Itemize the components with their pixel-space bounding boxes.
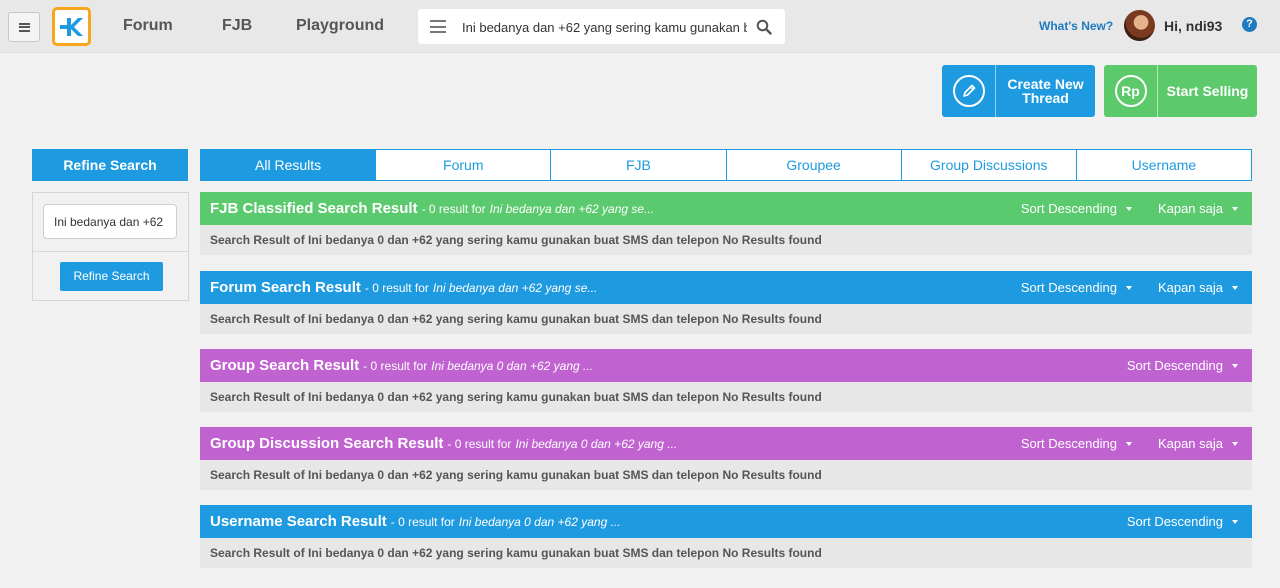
caret-down-icon: [1232, 363, 1238, 368]
create-thread-label-line1: Create New: [1007, 76, 1084, 92]
caret-down-icon: [1232, 206, 1238, 211]
section-count: - 0 result for: [447, 436, 512, 451]
result-tabs: All Results Forum FJB Groupee Group Disc…: [200, 149, 1252, 181]
help-icon[interactable]: ?: [1242, 17, 1257, 32]
fjb-result-section: FJB Classified Search Result - 0 result …: [200, 192, 1252, 255]
section-header: Username Search Result - 0 result for In…: [200, 505, 1252, 538]
section-body: Search Result of Ini bedanya 0 dan +62 y…: [200, 225, 1252, 255]
section-title[interactable]: Username Search Result: [210, 513, 387, 530]
sort-dropdown[interactable]: Sort Descending: [1021, 201, 1136, 216]
section-header: FJB Classified Search Result - 0 result …: [200, 192, 1252, 225]
section-query: Ini bedanya 0 dan +62 yang ...: [515, 436, 678, 451]
username-result-section: Username Search Result - 0 result for In…: [200, 505, 1252, 568]
sort-label: Sort Descending: [1020, 201, 1117, 216]
create-thread-label: Create New Thread: [996, 77, 1095, 105]
refine-search-input[interactable]: [43, 204, 177, 239]
caret-down-icon: [1232, 285, 1238, 290]
section-query: Ini bedanya dan +62 yang se...: [432, 280, 598, 295]
section-header: Forum Search Result - 0 result for Ini b…: [200, 271, 1252, 304]
tab-username[interactable]: Username: [1075, 150, 1252, 180]
sort-label: Sort Descending: [1020, 280, 1117, 295]
section-query: Ini bedanya 0 dan +62 yang ...: [431, 358, 594, 373]
sort-label: Sort Descending: [1126, 358, 1223, 373]
section-query: Ini bedanya 0 dan +62 yang ...: [458, 514, 621, 529]
time-filter-dropdown[interactable]: Kapan saja: [1158, 201, 1242, 216]
start-selling-label: Start Selling: [1166, 83, 1249, 99]
kaskus-logo-icon[interactable]: [52, 7, 91, 46]
sort-label: Sort Descending: [1020, 436, 1117, 451]
search-category-menu-icon[interactable]: [430, 20, 446, 33]
group-discussion-result-section: Group Discussion Search Result - 0 resul…: [200, 427, 1252, 490]
global-search-box: [418, 9, 785, 44]
sort-dropdown[interactable]: Sort Descending: [1021, 436, 1136, 451]
global-search-input[interactable]: [462, 17, 747, 37]
caret-down-icon: [1125, 206, 1132, 211]
time-filter-label: Kapan saja: [1157, 201, 1223, 216]
section-title[interactable]: FJB Classified Search Result: [210, 200, 418, 217]
section-title[interactable]: Group Discussion Search Result: [210, 435, 443, 452]
section-body: Search Result of Ini bedanya 0 dan +62 y…: [200, 382, 1252, 412]
section-body: Search Result of Ini bedanya 0 dan +62 y…: [200, 304, 1252, 334]
refine-search-panel: Refine Search: [32, 192, 189, 301]
caret-down-icon: [1232, 519, 1238, 524]
section-header: Group Discussion Search Result - 0 resul…: [200, 427, 1252, 460]
section-title[interactable]: Group Search Result: [210, 357, 359, 374]
whats-new-link[interactable]: What's New?: [1039, 19, 1113, 33]
divider: [33, 251, 188, 252]
time-filter-label: Kapan saja: [1157, 436, 1223, 451]
start-selling-button[interactable]: Rp Start Selling: [1104, 65, 1257, 117]
search-icon[interactable]: [756, 19, 772, 35]
section-count: - 0 result for: [421, 201, 486, 216]
nav-playground[interactable]: Playground: [296, 17, 384, 35]
tab-forum[interactable]: Forum: [375, 150, 551, 180]
caret-down-icon: [1232, 441, 1238, 446]
sort-label: Sort Descending: [1126, 514, 1223, 529]
time-filter-dropdown[interactable]: Kapan saja: [1158, 280, 1242, 295]
main-menu-button[interactable]: [8, 12, 40, 42]
sell-icon-wrap: Rp: [1104, 65, 1158, 117]
tab-all-results[interactable]: All Results: [201, 150, 376, 180]
refine-search-button[interactable]: Refine Search: [60, 262, 163, 291]
caret-down-icon: [1125, 441, 1132, 446]
create-new-thread-button[interactable]: Create New Thread: [942, 65, 1095, 117]
group-result-section: Group Search Result - 0 result for Ini b…: [200, 349, 1252, 412]
refine-search-heading: Refine Search: [32, 149, 188, 181]
section-body: Search Result of Ini bedanya 0 dan +62 y…: [200, 460, 1252, 490]
sort-dropdown[interactable]: Sort Descending: [1021, 280, 1136, 295]
sort-dropdown[interactable]: Sort Descending: [1127, 514, 1242, 529]
forum-result-section: Forum Search Result - 0 result for Ini b…: [200, 271, 1252, 334]
time-filter-dropdown[interactable]: Kapan saja: [1158, 436, 1242, 451]
hamburger-icon: [18, 22, 30, 32]
caret-down-icon: [1125, 285, 1132, 290]
tab-group-discussions[interactable]: Group Discussions: [900, 150, 1076, 180]
section-count: - 0 result for: [364, 280, 429, 295]
create-icon-wrap: [942, 65, 996, 117]
top-navbar: Forum FJB Playground What's New? Hi, ndi…: [0, 0, 1280, 53]
section-count: - 0 result for: [390, 514, 455, 529]
nav-forum[interactable]: Forum: [123, 17, 173, 35]
sort-dropdown[interactable]: Sort Descending: [1127, 358, 1242, 373]
section-body: Search Result of Ini bedanya 0 dan +62 y…: [200, 538, 1252, 568]
section-count: - 0 result for: [363, 358, 428, 373]
tab-groupee[interactable]: Groupee: [725, 150, 901, 180]
nav-fjb[interactable]: FJB: [222, 17, 252, 35]
section-query: Ini bedanya dan +62 yang se...: [489, 201, 655, 216]
section-title[interactable]: Forum Search Result: [210, 279, 361, 296]
pencil-icon: [952, 75, 985, 107]
section-header: Group Search Result - 0 result for Ini b…: [200, 349, 1252, 382]
time-filter-label: Kapan saja: [1157, 280, 1223, 295]
rupiah-icon: Rp: [1114, 75, 1147, 107]
create-thread-label-line2: Thread: [1022, 90, 1069, 106]
user-greeting[interactable]: Hi, ndi93: [1164, 18, 1222, 34]
tab-fjb[interactable]: FJB: [550, 150, 726, 180]
avatar[interactable]: [1124, 10, 1155, 41]
